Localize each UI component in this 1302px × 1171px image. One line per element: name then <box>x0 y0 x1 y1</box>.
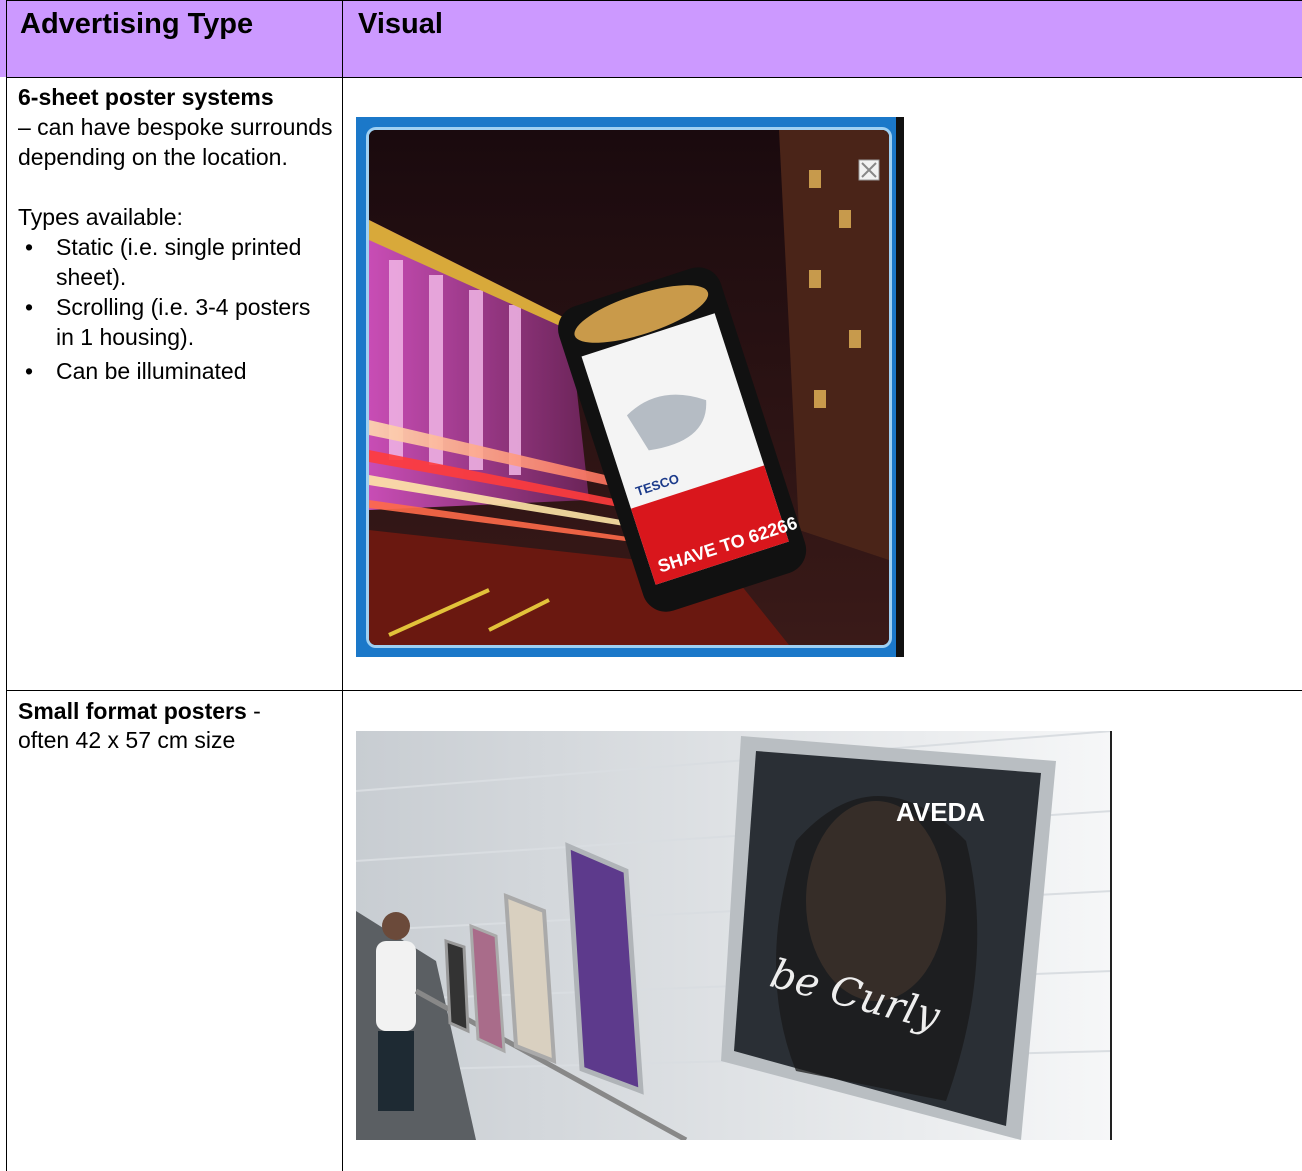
header-advertising-type: Advertising Type <box>20 8 254 40</box>
bus-stop-poster-photo: TESCO SHAVE TO 62266 <box>356 117 904 657</box>
row-small-format-description: Small format posters - often 42 x 57 cm … <box>18 697 333 755</box>
list-item: • Scrolling (i.e. 3-4 posters in 1 housin… <box>25 294 311 350</box>
list-item: • Static (i.e. single printed sheet). <box>25 234 302 290</box>
row-6-sheet-description: 6-sheet poster systems – can have bespok… <box>18 82 333 386</box>
table-border-left <box>6 0 7 1171</box>
table-border-top <box>6 0 1302 1</box>
row-title-6-sheet: 6-sheet poster systems <box>18 84 274 110</box>
table-header-row: Advertising Type Visual <box>0 0 1302 77</box>
row-divider <box>6 690 1302 691</box>
types-available-label: Types available: <box>18 204 183 230</box>
close-icon <box>858 159 880 181</box>
advertising-table: Advertising Type Visual 6-sheet poster s… <box>0 0 1302 1171</box>
stairway-posters-photo: AVEDA be Curly <box>356 731 1112 1140</box>
list-item: • Can be illuminated <box>25 358 247 384</box>
row-title-small-format: Small format posters <box>18 698 247 724</box>
header-divider <box>6 77 1302 78</box>
row-desc-small-format: often 42 x 57 cm size <box>18 727 236 753</box>
aveda-logo-text: AVEDA <box>896 797 985 827</box>
table-column-divider <box>342 0 343 1171</box>
types-list: • Static (i.e. single printed sheet). • Sc… <box>18 232 333 386</box>
header-visual: Visual <box>358 8 443 40</box>
row-desc-6-sheet: – can have bespoke surrounds depending o… <box>18 114 333 170</box>
